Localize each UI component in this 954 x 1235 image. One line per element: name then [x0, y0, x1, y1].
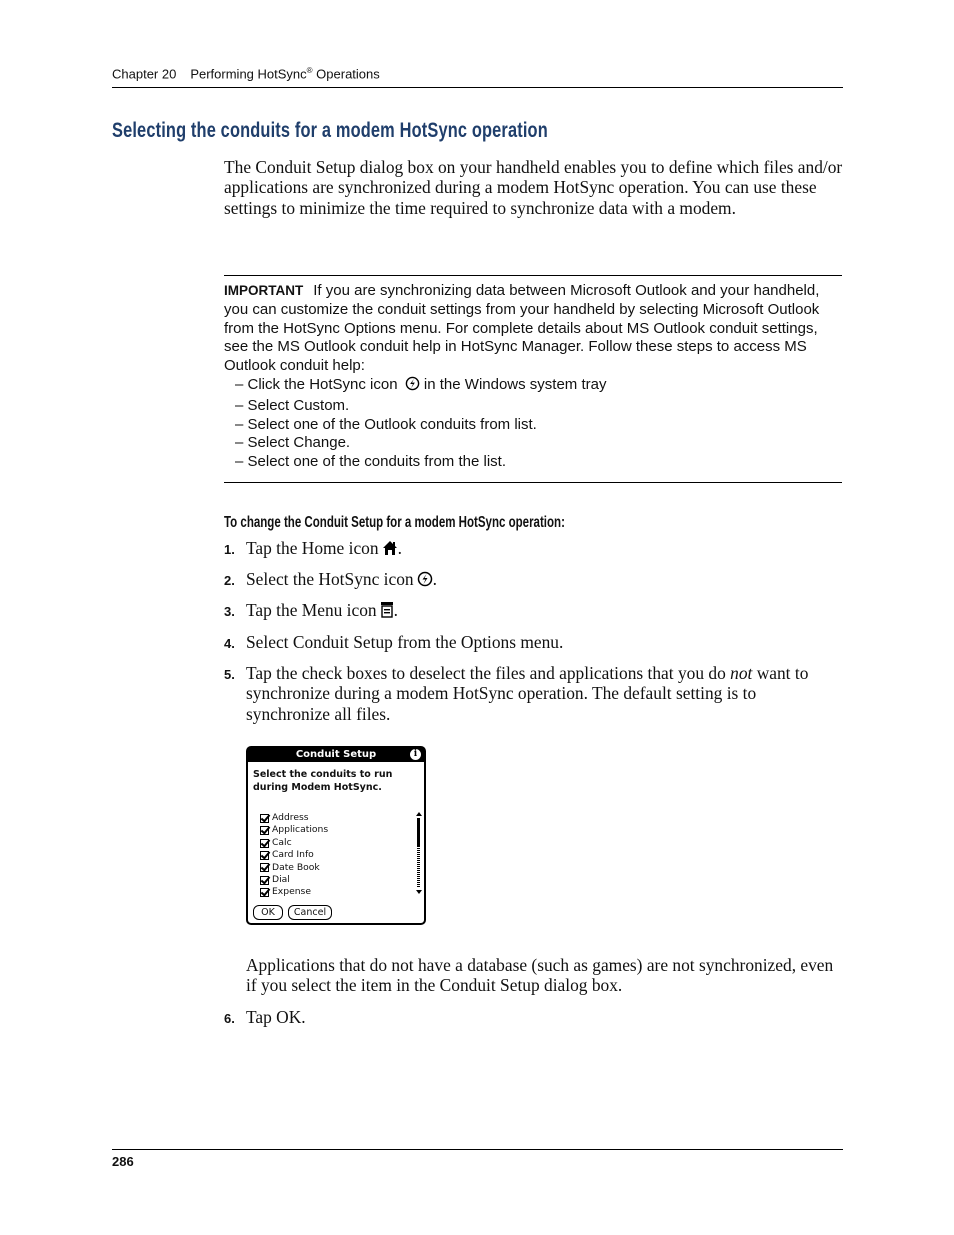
dialog-prompt: Select the conduits to run during Modem …	[253, 769, 393, 793]
chapter-title: Performing HotSync	[190, 66, 307, 82]
scroll-down-arrow-icon[interactable]	[416, 890, 422, 894]
chapter-title-suffix: Operations	[312, 66, 380, 82]
important-step: – Select one of the conduits from the li…	[235, 453, 506, 471]
checkbox-checked-icon[interactable]	[260, 875, 269, 885]
conduit-item[interactable]: Applications	[260, 824, 328, 836]
important-step: – Select Change.	[235, 434, 351, 452]
important-rule-top	[224, 275, 842, 276]
conduit-item[interactable]: Card Info	[260, 849, 328, 861]
cancel-button[interactable]: Cancel	[288, 905, 332, 920]
procedure-step: 3. Tap the Menu icon.	[224, 600, 844, 622]
checkbox-checked-icon[interactable]	[260, 850, 269, 860]
scroll-track[interactable]	[417, 846, 420, 888]
conduit-item[interactable]: Date Book	[260, 862, 328, 874]
chapter-number: Chapter 20	[112, 66, 177, 82]
procedure-step: 2. Select the HotSync icon.	[224, 569, 844, 591]
ok-button[interactable]: OK	[253, 905, 283, 920]
step-number: 6.	[224, 1011, 235, 1026]
dialog-title: Conduit Setup	[248, 748, 424, 762]
important-text: If you are synchronizing data between Mi…	[224, 282, 820, 375]
important-steps: – Click the HotSync icon in the Windows …	[224, 376, 844, 472]
checkbox-checked-icon[interactable]	[260, 838, 269, 848]
important-step: – Select Custom.	[235, 396, 350, 414]
procedure-step: 1. Tap the Home icon.	[224, 538, 844, 560]
info-icon[interactable]: i	[410, 749, 421, 760]
important-note: IMPORTANT If you are synchronizing data b…	[224, 282, 844, 472]
conduit-list: Address Applications Calc Card Info Date…	[260, 812, 328, 899]
footer-rule	[112, 1149, 843, 1150]
checkbox-checked-icon[interactable]	[260, 863, 269, 873]
important-label: IMPORTANT	[224, 283, 304, 298]
home-icon	[382, 540, 398, 560]
checkbox-checked-icon[interactable]	[260, 813, 269, 823]
conduit-item[interactable]: Address	[260, 812, 328, 824]
important-rule-bottom	[224, 482, 842, 483]
checkbox-checked-icon[interactable]	[260, 888, 269, 898]
conduit-item[interactable]: Expense	[260, 886, 328, 898]
procedure-step: 4. Select Conduit Setup from the Options…	[224, 632, 844, 652]
hotsync-icon	[405, 376, 420, 397]
running-header: Chapter 20 Performing HotSync® Operations	[112, 66, 380, 81]
intro-paragraph: The Conduit Setup dialog box on your han…	[224, 157, 843, 218]
hotsync-icon	[417, 571, 433, 591]
page-number: 286	[112, 1154, 134, 1169]
step-number: 5.	[224, 667, 235, 682]
scroll-up-arrow-icon[interactable]	[416, 812, 422, 816]
checkbox-checked-icon[interactable]	[260, 826, 269, 836]
procedure-step: 6. Tap OK.	[224, 1007, 844, 1027]
scroll-thumb[interactable]	[417, 818, 420, 846]
important-step: – Select one of the Outlook conduits fro…	[235, 415, 537, 433]
menu-icon	[380, 601, 394, 622]
conduit-setup-dialog: Conduit Setup i Select the conduits to r…	[246, 746, 426, 925]
step-number: 3.	[224, 604, 235, 619]
note-paragraph: Applications that do not have a database…	[246, 955, 834, 996]
header-rule	[112, 87, 843, 88]
procedure-step: 5. Tap the check boxes to deselect the f…	[224, 663, 809, 724]
step-number: 4.	[224, 636, 235, 651]
scrollbar[interactable]	[416, 812, 422, 894]
emphasis: not	[730, 663, 753, 683]
conduit-item[interactable]: Dial	[260, 874, 328, 886]
important-step: – Click the HotSync icon in the Windows …	[235, 376, 844, 397]
step-number: 1.	[224, 542, 235, 557]
section-title: Selecting the conduits for a modem HotSy…	[112, 119, 548, 142]
step-number: 2.	[224, 573, 235, 588]
conduit-item[interactable]: Calc	[260, 837, 328, 849]
procedure-heading: To change the Conduit Setup for a modem …	[224, 514, 565, 531]
